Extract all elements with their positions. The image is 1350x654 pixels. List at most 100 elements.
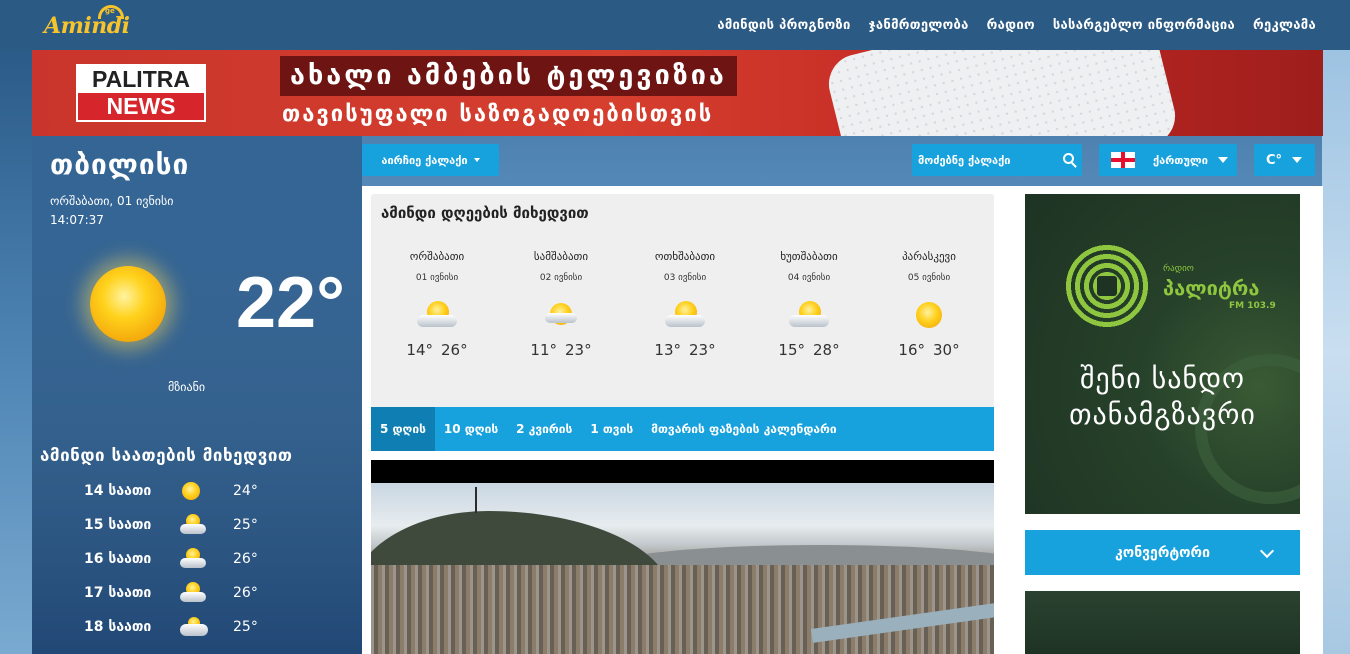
day-min: 11°	[530, 341, 557, 359]
day-max: 28°	[813, 341, 840, 359]
logo-text: Amindi	[44, 13, 130, 39]
cam-city	[371, 565, 994, 654]
converter-button[interactable]: კონვერტორი	[1025, 530, 1300, 575]
hour-label: 18 საათი	[84, 619, 152, 635]
forecast-day[interactable]: ოთხშაბათი 03 ივნისი 13° 23°	[623, 250, 747, 359]
forecast-day[interactable]: პარასკევი 05 ივნისი 16° 30°	[867, 250, 991, 359]
sun-icon	[907, 297, 951, 331]
partly-cloudy-icon	[415, 297, 459, 331]
tab-10-days[interactable]: 10 დღის	[435, 407, 507, 451]
cloudy-icon	[180, 616, 208, 638]
ad-radio-slogan-2: თანამგზავრი	[1069, 398, 1256, 431]
day-name: პარასკევი	[902, 250, 956, 263]
tab-moon-calendar[interactable]: მთვარის ფაზების კალენდარი	[642, 407, 845, 451]
hour-temp: 25°	[233, 517, 258, 533]
background-left	[0, 50, 32, 654]
day-min: 14°	[406, 341, 433, 359]
banner-headline: ახალი ამბების ტელევიზია	[280, 56, 737, 96]
day-max: 23°	[689, 341, 716, 359]
webcam-header	[371, 460, 994, 483]
hourly-row: 14 საათი 24°	[32, 474, 362, 508]
georgia-flag-icon	[1111, 152, 1135, 168]
day-date: 01 ივნისი	[415, 273, 459, 283]
hour-temp: 26°	[233, 585, 258, 601]
top-navbar: ge Amindi ამინდის პროგნოზი ჯანმრთელობა რ…	[0, 0, 1350, 50]
city-select-label: აირჩიე ქალაქი	[381, 153, 468, 167]
nav-radio[interactable]: რადიო	[987, 18, 1035, 33]
banner-ad[interactable]: PALITRA NEWS ახალი ამბების ტელევიზია თავ…	[32, 50, 1323, 136]
day-max: 23°	[565, 341, 592, 359]
hour-label: 16 საათი	[84, 551, 152, 567]
forecast-day[interactable]: ორშაბათი 01 ივნისი 14° 26°	[375, 250, 499, 359]
day-min: 13°	[654, 341, 681, 359]
converter-label: კონვერტორი	[1115, 544, 1210, 561]
caret-down-icon	[473, 158, 480, 162]
tab-2-weeks[interactable]: 2 კვირის	[507, 407, 581, 451]
day-name: ორშაბათი	[409, 250, 465, 263]
hourly-row: 18 საათი 25°	[32, 610, 362, 644]
day-date: 05 ივნისი	[907, 273, 951, 283]
hourly-row: 17 საათი 26°	[32, 576, 362, 610]
radio-palitra-ad[interactable]: რადიო პალიტრა FM 103.9 შენი სანდო თანამგ…	[1025, 194, 1300, 514]
palitra-logo-top: PALITRA	[78, 66, 204, 93]
main-nav: ამინდის პროგნოზი ჯანმრთელობა რადიო სასარ…	[699, 18, 1316, 33]
unit-select[interactable]: C°	[1254, 144, 1315, 176]
day-min: 15°	[778, 341, 805, 359]
secondary-ad[interactable]	[1025, 591, 1300, 654]
hour-temp: 25°	[233, 619, 258, 635]
partly-cloudy-icon	[663, 297, 707, 331]
cam-tower	[475, 487, 477, 513]
partly-cloudy-icon	[180, 582, 206, 604]
tab-1-month[interactable]: 1 თვის	[581, 407, 642, 451]
radio-palitra-logo-icon	[1063, 242, 1151, 330]
site-logo[interactable]: ge Amindi	[42, 3, 132, 47]
ad-radio-small: რადიო	[1163, 264, 1194, 274]
nav-useful-info[interactable]: სასარგებლო ინფორმაცია	[1053, 18, 1235, 33]
ad-radio-fm: FM 103.9	[1229, 301, 1276, 311]
daily-forecast-panel: ამინდი დღეების მიხედვით ორშაბათი 01 ივნი…	[371, 194, 994, 407]
language-select[interactable]: ქართული	[1099, 144, 1237, 176]
current-condition: მზიანი	[168, 380, 206, 394]
forecast-day[interactable]: ხუთშაბათი 04 ივნისი 15° 28°	[747, 250, 871, 359]
forecast-day[interactable]: სამშაბათი 02 ივნისი 11° 23°	[499, 250, 623, 359]
caret-down-icon	[1292, 157, 1303, 163]
search-icon[interactable]	[1063, 153, 1074, 164]
day-name: სამშაბათი	[533, 250, 589, 263]
city-name: თბილისი	[50, 148, 190, 181]
nav-advertising[interactable]: რეკლამა	[1253, 18, 1316, 33]
day-max: 26°	[441, 341, 468, 359]
hour-temp: 26°	[233, 551, 258, 567]
day-max: 30°	[933, 341, 960, 359]
hour-temp: 24°	[233, 483, 258, 499]
ad-radio-slogan-1: შენი სანდო	[1079, 362, 1246, 395]
palitra-logo-bottom: NEWS	[78, 93, 204, 120]
partly-cloudy-icon	[787, 297, 831, 331]
partly-cloudy-icon	[180, 514, 206, 536]
current-date: ორშაბათი, 01 ივნისი	[50, 194, 174, 208]
search-placeholder: მოძებნე ქალაქი	[918, 153, 1011, 167]
hour-label: 15 საათი	[84, 517, 152, 533]
forecast-title: ამინდი დღეების მიხედვით	[381, 204, 589, 222]
forecast-tabs: 5 დღის 10 დღის 2 კვირის 1 თვის მთვარის ფ…	[371, 407, 994, 451]
day-min: 16°	[898, 341, 925, 359]
nav-health[interactable]: ჯანმრთელობა	[869, 18, 969, 33]
banner-decoration	[822, 50, 1182, 136]
hourly-row: 16 საათი 26°	[32, 542, 362, 576]
tab-5-days[interactable]: 5 დღის	[371, 407, 435, 451]
partly-cloudy-icon	[180, 548, 206, 570]
current-temperature: 22°	[236, 263, 345, 343]
webcam-image[interactable]	[371, 483, 994, 654]
palitra-news-logo: PALITRA NEWS	[76, 64, 206, 122]
day-date: 03 ივნისი	[663, 273, 707, 283]
caret-down-icon	[1217, 157, 1228, 163]
city-select-dropdown[interactable]: აირჩიე ქალაქი	[362, 144, 499, 176]
current-time: 14:07:37	[50, 213, 104, 227]
hourly-row: 15 საათი 25°	[32, 508, 362, 542]
sun-icon	[90, 266, 166, 342]
language-label: ქართული	[1153, 153, 1208, 167]
nav-forecast[interactable]: ამინდის პროგნოზი	[717, 18, 850, 33]
hour-label: 14 საათი	[84, 483, 152, 499]
current-weather-panel: თბილისი ორშაბათი, 01 ივნისი 14:07:37 22°…	[32, 136, 362, 654]
city-search-input[interactable]: მოძებნე ქალაქი	[912, 144, 1082, 176]
day-name: ოთხშაბათი	[654, 250, 716, 263]
